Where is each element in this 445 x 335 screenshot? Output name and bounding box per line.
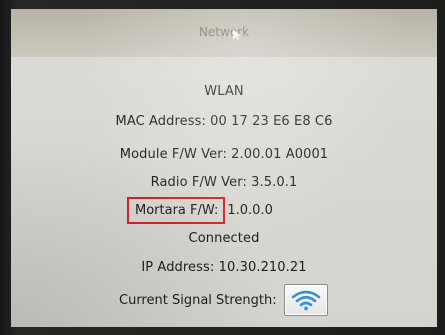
- ip-address-text: IP Address: 10.30.210.21: [141, 260, 307, 275]
- module-fw-text: Module F/W Ver: 2.00.01 A0001: [119, 147, 329, 162]
- wifi-signal-icon: [291, 290, 320, 311]
- radio-fw-text: Radio F/W Ver: 3.5.0.1: [150, 175, 298, 190]
- signal-strength-button[interactable]: [283, 284, 328, 316]
- title-bar: Network: [11, 9, 437, 57]
- mortara-fw-label: Mortara F/W:: [135, 202, 219, 218]
- mac-address-text: MAC Address: 00 17 23 E6 E8 C6: [115, 114, 333, 129]
- signal-strength-label: Current Signal Strength:: [119, 292, 277, 308]
- mortara-fw-highlight: Mortara F/W:: [127, 196, 226, 224]
- page-title: Network: [198, 25, 250, 39]
- mortara-fw-row: Mortara F/W: 1.0.0.0: [127, 195, 273, 225]
- network-screen: Network WLAN MAC Address: 00 17 23 E6 E8…: [11, 9, 437, 327]
- mortara-fw-value: 1.0.0.0: [227, 202, 273, 218]
- wlan-heading: WLAN: [204, 84, 244, 99]
- signal-strength-row: Current Signal Strength:: [119, 283, 328, 317]
- connection-status: Connected: [188, 231, 260, 246]
